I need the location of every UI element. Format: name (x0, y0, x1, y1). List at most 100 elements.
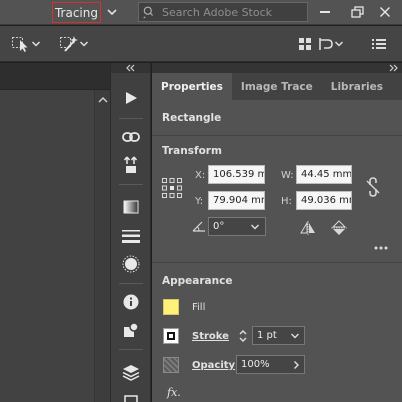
appearance-panel-button[interactable] (120, 253, 142, 275)
recolor-tool-dropdown[interactable] (59, 34, 89, 54)
section-divider (152, 262, 402, 263)
chevron-down-icon (31, 41, 41, 47)
opacity-label[interactable]: Opacity (192, 360, 235, 371)
control-bar (0, 26, 402, 62)
stroke-weight-stepper[interactable] (236, 326, 250, 346)
h-label: H: (281, 196, 292, 207)
panel-tabs: Properties Image Trace Libraries (152, 73, 402, 100)
stroke-label[interactable]: Stroke (192, 331, 229, 342)
export-assets-icon (123, 156, 138, 173)
chevron-down-icon[interactable] (106, 6, 118, 18)
layers-icon (122, 365, 140, 381)
flip-vertical-button[interactable] (330, 220, 348, 236)
grid-icon (299, 38, 311, 50)
panel-menu-button[interactable] (372, 34, 386, 54)
chevron-down-icon (251, 224, 259, 230)
selection-type-label: Rectangle (162, 112, 222, 124)
actions-panel-button[interactable] (120, 87, 142, 109)
tab-image-trace[interactable]: Image Trace (232, 73, 322, 100)
menu-bar: Tracing (0, 0, 402, 25)
close-button[interactable] (374, 1, 396, 22)
tab-properties[interactable]: Properties (152, 73, 232, 100)
constrain-proportions-button[interactable] (364, 176, 382, 198)
section-divider (152, 135, 402, 136)
stroke-panel-button[interactable] (120, 225, 142, 247)
workspace-label: Tracing (54, 5, 98, 20)
artboard-icon (124, 395, 138, 402)
chevron-down-icon (334, 41, 344, 47)
stock-search[interactable] (138, 2, 308, 22)
collapse-panel-icon[interactable] (388, 64, 398, 72)
play-icon (126, 92, 137, 104)
info-icon (123, 294, 139, 310)
stroke-weight-dropdown[interactable]: 1 pt (252, 326, 305, 345)
opacity-field[interactable]: 100% (236, 355, 305, 374)
opacity-icon (163, 357, 179, 373)
workspace-switcher[interactable]: Tracing (52, 2, 101, 23)
align-button[interactable] (298, 34, 312, 54)
chevron-right-icon (294, 361, 299, 369)
stroke-lines-icon (122, 230, 140, 243)
properties-panel: Properties Image Trace Libraries Rectang… (152, 63, 402, 402)
x-position-field[interactable]: 106.539 mr (208, 165, 265, 184)
stroke-swatch-inner (167, 332, 175, 340)
minimize-icon (320, 10, 330, 13)
selection-tool-dropdown[interactable] (11, 34, 41, 54)
transform-icon (319, 38, 333, 50)
links-panel-button[interactable] (120, 126, 142, 148)
divider (119, 349, 143, 350)
more-options-button[interactable] (372, 243, 390, 253)
rotate-angle-icon (192, 221, 205, 232)
asset-export-button[interactable] (120, 154, 142, 176)
height-field[interactable]: 49.036 mm (296, 191, 352, 210)
magic-wand-icon (60, 36, 78, 52)
restore-icon (350, 5, 364, 18)
rotate-angle-dropdown[interactable]: 0° (208, 217, 266, 236)
gradient-panel-button[interactable] (120, 196, 142, 218)
chevron-up-icon[interactable] (96, 94, 110, 106)
expand-panels-icon[interactable] (126, 64, 136, 72)
reference-point-icon[interactable] (162, 178, 182, 198)
broken-link-icon (366, 177, 380, 197)
gradient-icon (123, 200, 139, 214)
chevron-down-icon (79, 41, 89, 47)
opacity-value: 100% (241, 359, 270, 370)
dock-header[interactable] (111, 63, 150, 73)
stroke-weight-value: 1 pt (257, 330, 277, 341)
link-icon (122, 132, 140, 142)
artboards-panel-button[interactable] (120, 389, 142, 402)
close-icon (380, 6, 390, 17)
x-label: X: (195, 170, 206, 181)
stroke-swatch[interactable] (163, 328, 179, 344)
angle-value: 0° (213, 221, 225, 232)
layers-panel-button[interactable] (120, 361, 142, 383)
flip-horizontal-button[interactable] (299, 220, 317, 236)
width-field[interactable]: 44.45 mm (296, 165, 352, 184)
search-icon (143, 6, 154, 19)
minimize-button[interactable] (314, 1, 336, 22)
shape-transform-icon (124, 322, 139, 337)
list-icon (372, 39, 386, 49)
chevron-down-icon (291, 333, 299, 339)
flip-horizontal-icon (300, 221, 315, 235)
transform-dropdown[interactable] (318, 34, 344, 54)
panel-header[interactable] (152, 63, 402, 73)
appearance-icon (122, 255, 140, 273)
flip-vertical-icon (331, 220, 347, 235)
vertical-scrollbar[interactable] (94, 90, 110, 402)
stepper-arrows-icon (239, 330, 247, 342)
transform-panel-button[interactable] (120, 319, 142, 341)
document-tab-bar (0, 63, 110, 90)
more-icon (374, 246, 388, 250)
search-input[interactable] (157, 5, 307, 19)
restore-button[interactable] (346, 1, 368, 22)
divider (119, 283, 143, 284)
divider (119, 184, 143, 185)
info-panel-button[interactable] (120, 291, 142, 313)
fill-swatch[interactable] (163, 299, 179, 315)
y-position-field[interactable]: 79.904 mm (208, 191, 265, 210)
tab-libraries[interactable]: Libraries (322, 73, 392, 100)
appearance-section-title: Appearance (162, 275, 233, 287)
effects-button[interactable]: fx. (167, 386, 181, 399)
select-similar-icon (12, 37, 28, 52)
